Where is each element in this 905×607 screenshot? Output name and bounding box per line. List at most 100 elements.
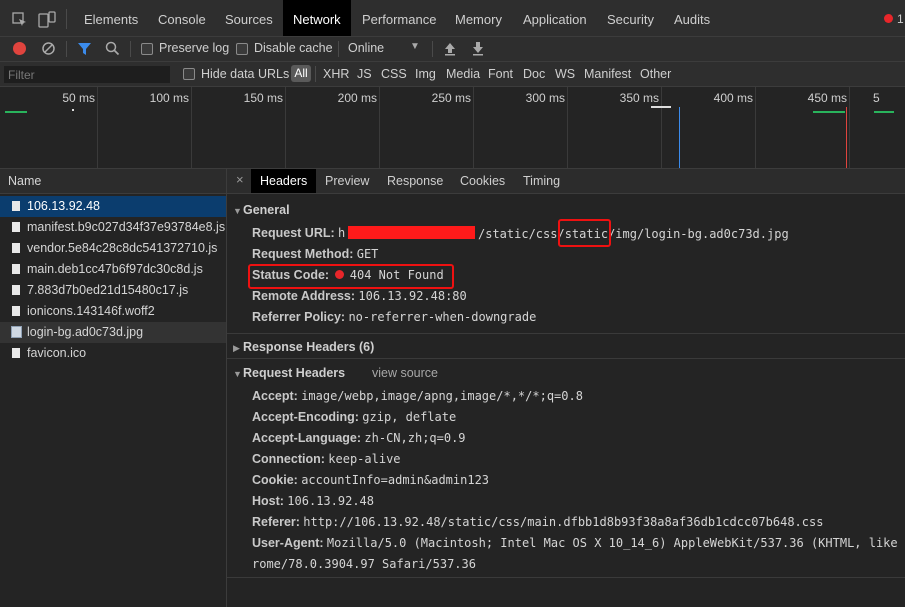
collapsed-triangle-icon[interactable]: ▶: [233, 343, 240, 354]
general-section-title[interactable]: General: [243, 203, 290, 217]
error-icon[interactable]: [884, 14, 893, 23]
device-toolbar-icon[interactable]: [38, 11, 56, 29]
referrer-policy-row: Referrer Policy: no-referrer-when-downgr…: [252, 310, 536, 324]
preserve-log-label[interactable]: Preserve log: [159, 41, 229, 55]
timeline-bar: [813, 111, 845, 113]
tab-timing[interactable]: Timing: [514, 169, 569, 193]
timeline-gridline: [285, 87, 286, 168]
request-row[interactable]: manifest.b9c027d34f37e93784e8.js: [0, 217, 226, 238]
tab-response[interactable]: Response: [378, 169, 452, 193]
filter-doc[interactable]: Doc: [523, 67, 545, 81]
tab-cookies[interactable]: Cookies: [451, 169, 514, 193]
import-har-icon[interactable]: [443, 41, 457, 56]
tab-performance[interactable]: Performance: [352, 0, 446, 36]
expanded-triangle-icon[interactable]: ▼: [233, 206, 242, 216]
devtools-tab-bar: Elements Console Sources Network Perform…: [0, 0, 905, 37]
tab-memory[interactable]: Memory: [445, 0, 512, 36]
header-key: Request Method:: [252, 247, 354, 261]
request-row[interactable]: main.deb1cc47b6f97dc30c8d.js: [0, 259, 226, 280]
hide-data-urls-checkbox[interactable]: [183, 68, 195, 80]
timeline-gridline: [473, 87, 474, 168]
section-divider: [227, 333, 905, 334]
request-row[interactable]: login-bg.ad0c73d.jpg: [0, 322, 226, 343]
filter-js[interactable]: JS: [357, 67, 372, 81]
redaction-bar: [348, 226, 475, 239]
header-value: Mozilla/5.0 (Macintosh; Intel Mac OS X 1…: [326, 536, 898, 550]
header-key: Cookie:: [252, 473, 298, 487]
divider: [315, 66, 316, 82]
header-key: User-Agent:: [252, 536, 324, 550]
header-key: Accept:: [252, 389, 298, 403]
request-row[interactable]: favicon.ico: [0, 343, 226, 364]
timeline-gridline: [97, 87, 98, 168]
filter-other[interactable]: Other: [640, 67, 671, 81]
network-toolbar: Preserve log Disable cache Online ▼: [0, 37, 905, 62]
disable-cache-label[interactable]: Disable cache: [254, 41, 333, 55]
tab-sources[interactable]: Sources: [215, 0, 283, 36]
view-source-link[interactable]: view source: [372, 366, 438, 380]
divider: [66, 9, 67, 29]
request-list: Name 106.13.92.48 manifest.b9c027d34f37e…: [0, 169, 227, 607]
request-row[interactable]: ionicons.143146f.woff2: [0, 301, 226, 322]
timeline-bar: [5, 111, 27, 113]
name-column-label: Name: [8, 174, 42, 188]
hide-data-urls-label[interactable]: Hide data URLs: [201, 67, 289, 81]
name-column-header[interactable]: Name: [0, 169, 226, 194]
tab-network[interactable]: Network: [283, 0, 351, 36]
request-name: login-bg.ad0c73d.jpg: [27, 325, 144, 339]
filter-icon[interactable]: [77, 42, 92, 56]
disable-cache-checkbox[interactable]: [236, 43, 248, 55]
clear-icon[interactable]: [41, 41, 56, 56]
header-value: accountInfo=admin&admin123: [301, 473, 490, 487]
filter-media[interactable]: Media: [446, 67, 480, 81]
request-headers-section-title[interactable]: Request Headers: [243, 366, 345, 380]
timeline-gridline: [191, 87, 192, 168]
inspect-element-icon[interactable]: [12, 12, 28, 28]
filter-all-button[interactable]: All: [291, 65, 311, 82]
request-header-row: Accept: image/webp,image/apng,image/*,*/…: [252, 389, 583, 403]
tab-elements[interactable]: Elements: [74, 0, 148, 36]
chevron-down-icon[interactable]: ▼: [410, 41, 420, 52]
section-divider: [227, 358, 905, 359]
error-count[interactable]: 1: [897, 12, 904, 26]
export-har-icon[interactable]: [471, 41, 485, 56]
expanded-triangle-icon[interactable]: ▼: [233, 369, 242, 379]
filter-css[interactable]: CSS: [381, 67, 407, 81]
record-icon[interactable]: [13, 42, 26, 55]
request-header-row: Accept-Language: zh-CN,zh;q=0.9: [252, 431, 466, 445]
tab-console[interactable]: Console: [148, 0, 216, 36]
filter-xhr[interactable]: XHR: [323, 67, 349, 81]
timeline-overview[interactable]: 50 ms 100 ms 150 ms 200 ms 250 ms 300 ms…: [0, 87, 905, 169]
header-key: Accept-Encoding:: [252, 410, 359, 424]
timeline-tick-label: 200 ms: [337, 91, 377, 105]
search-icon[interactable]: [105, 41, 120, 56]
request-row[interactable]: 7.883d7b0ed21d15480c17.js: [0, 280, 226, 301]
close-icon[interactable]: ×: [236, 172, 244, 187]
filter-ws[interactable]: WS: [555, 67, 575, 81]
header-value: image/webp,image/apng,image/*,*/*;q=0.8: [301, 389, 583, 403]
timeline-tick-label: 150 ms: [243, 91, 283, 105]
request-name: 106.13.92.48: [27, 199, 100, 213]
response-headers-section-title[interactable]: Response Headers (6): [243, 340, 374, 354]
request-row[interactable]: 106.13.92.48: [0, 196, 226, 217]
tab-headers[interactable]: Headers: [251, 169, 317, 193]
tab-security[interactable]: Security: [597, 0, 664, 36]
tab-audits[interactable]: Audits: [664, 0, 720, 36]
request-url-prefix: h: [338, 226, 346, 240]
tab-application[interactable]: Application: [513, 0, 597, 36]
filter-manifest[interactable]: Manifest: [584, 67, 631, 81]
divider: [130, 41, 131, 57]
filter-input[interactable]: [4, 66, 170, 83]
request-name: manifest.b9c027d34f37e93784e8.js: [27, 220, 226, 234]
timeline-bar: [874, 111, 894, 113]
filter-font[interactable]: Font: [488, 67, 513, 81]
timeline-gridline: [849, 87, 850, 168]
throttling-select[interactable]: Online: [348, 41, 384, 55]
request-name: 7.883d7b0ed21d15480c17.js: [27, 283, 189, 297]
filter-img[interactable]: Img: [415, 67, 436, 81]
preserve-log-checkbox[interactable]: [141, 43, 153, 55]
request-detail-pane: × Headers Preview Response Cookies Timin…: [227, 169, 905, 607]
request-row[interactable]: vendor.5e84c28c8dc541372710.js: [0, 238, 226, 259]
header-key: Connection:: [252, 452, 325, 466]
tab-preview[interactable]: Preview: [316, 169, 378, 193]
